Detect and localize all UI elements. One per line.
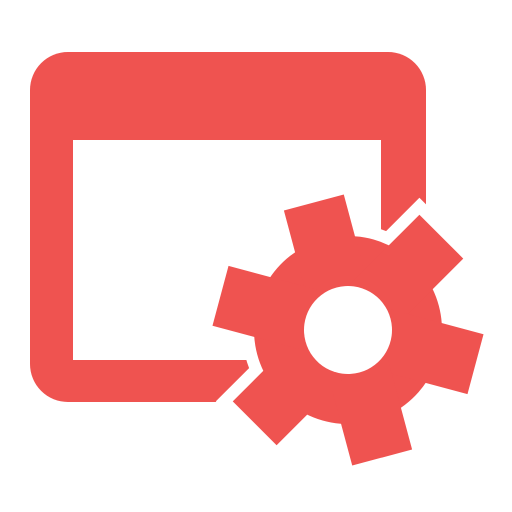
window-settings-icon [30,52,499,481]
icon-canvas [0,0,512,512]
